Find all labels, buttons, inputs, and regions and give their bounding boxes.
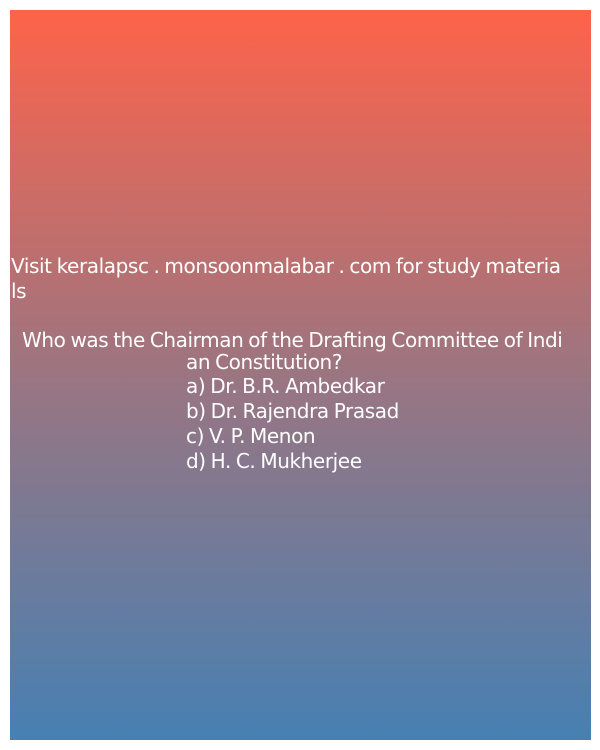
question-text: Who was the Chairman of the Drafting Com…: [22, 328, 563, 374]
option-d: d) H. C. Mukherjee: [186, 449, 362, 473]
promo-line-2: ls: [11, 279, 27, 303]
option-c: c) V. P. Menon: [186, 424, 316, 448]
question-line-2: an Constitution?: [186, 350, 343, 374]
promo-line-1: Visit keralapsc . monsoonmalabar . com f…: [11, 254, 561, 278]
option-b: b) Dr. Rajendra Prasad: [186, 399, 399, 423]
promo-text: Visit keralapsc . monsoonmalabar . com f…: [11, 254, 561, 304]
question-line-1: Who was the Chairman of the Drafting Com…: [22, 328, 563, 352]
option-a: a) Dr. B.R. Ambedkar: [186, 374, 385, 398]
quiz-card: Visit keralapsc . monsoonmalabar . com f…: [10, 10, 591, 740]
